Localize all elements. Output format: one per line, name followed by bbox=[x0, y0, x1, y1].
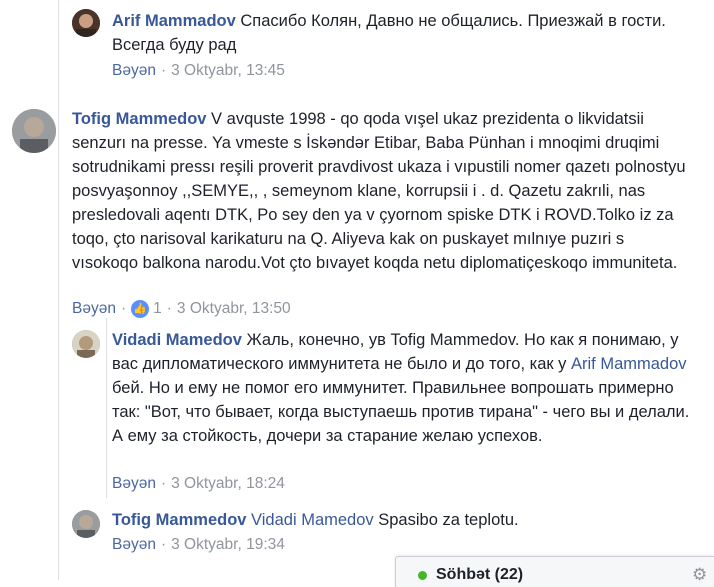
comment-body: Tofig Mammedov Vidadi Mamedov Spasibo za… bbox=[112, 508, 692, 532]
comment-timestamp[interactable]: 3 Oktyabr, 19:34 bbox=[171, 536, 285, 554]
comment-timestamp[interactable]: 3 Oktyabr, 13:50 bbox=[177, 300, 291, 318]
mention-link[interactable]: Vidadi Mamedov bbox=[251, 511, 374, 529]
like-reaction-icon[interactable]: 👍 bbox=[131, 300, 150, 318]
comment-author[interactable]: Tofig Mammedov bbox=[72, 110, 206, 128]
avatar[interactable] bbox=[72, 9, 100, 37]
separator-dot: · bbox=[160, 475, 167, 492]
like-count[interactable]: 1 bbox=[153, 300, 162, 318]
chat-bar[interactable]: Söhbət (22) ⚙ bbox=[395, 556, 714, 587]
avatar-photo bbox=[72, 330, 100, 358]
comment-timestamp[interactable]: 3 Oktyabr, 13:45 bbox=[171, 62, 285, 80]
comment-actions: Bəyən · 3 Oktyabr, 18:24 bbox=[112, 475, 285, 493]
like-button[interactable]: Bəyən bbox=[112, 536, 156, 554]
chat-label: Söhbət (22) bbox=[436, 566, 524, 583]
comment-author[interactable]: Vidadi Mamedov bbox=[112, 331, 242, 349]
like-button[interactable]: Bəyən bbox=[72, 300, 116, 318]
avatar[interactable] bbox=[72, 510, 100, 538]
comment-author[interactable]: Arif Mammadov bbox=[112, 12, 236, 30]
comment-actions: Bəyən · 👍 1 · 3 Oktyabr, 13:50 bbox=[72, 300, 291, 318]
gear-icon[interactable]: ⚙ bbox=[692, 565, 707, 585]
nested-thread-line bbox=[106, 318, 107, 498]
avatar-photo bbox=[72, 510, 100, 538]
comment-body: Arif Mammadov Спасибо Колян, Давно не об… bbox=[112, 9, 672, 57]
like-button[interactable]: Bəyən bbox=[112, 62, 156, 80]
comment-text: V avquste 1998 - qo qoda vışel ukaz prez… bbox=[72, 110, 686, 272]
comment-body: Tofig Mammedov V avquste 1998 - qo qoda … bbox=[72, 107, 692, 275]
avatar[interactable] bbox=[72, 330, 100, 358]
comment-body: Vidadi Mamedov Жаль, конечно, ув Tofig M… bbox=[112, 328, 692, 448]
comment-text: Spasibo za teplotu. bbox=[373, 511, 519, 529]
separator-dot: · bbox=[160, 62, 167, 79]
mention-link[interactable]: Arif Mammadov bbox=[571, 355, 687, 373]
like-button[interactable]: Bəyən bbox=[112, 475, 156, 493]
comment-actions: Bəyən · 3 Oktyabr, 13:45 bbox=[112, 62, 285, 80]
separator-dot: · bbox=[166, 300, 172, 317]
online-status-icon bbox=[418, 571, 427, 580]
comment-author[interactable]: Tofig Mammedov bbox=[112, 511, 246, 529]
separator-dot: · bbox=[160, 536, 167, 553]
comment-actions: Bəyən · 3 Oktyabr, 19:34 bbox=[112, 536, 285, 554]
avatar-photo bbox=[12, 109, 56, 153]
comment-timestamp[interactable]: 3 Oktyabr, 18:24 bbox=[171, 475, 285, 493]
avatar-photo bbox=[72, 9, 100, 37]
separator-dot: · bbox=[120, 300, 127, 317]
avatar[interactable] bbox=[12, 109, 56, 153]
thread-line bbox=[58, 0, 59, 580]
comment-text-continued: бей. Но и ему не помог его иммунитет. Пр… bbox=[112, 379, 690, 445]
